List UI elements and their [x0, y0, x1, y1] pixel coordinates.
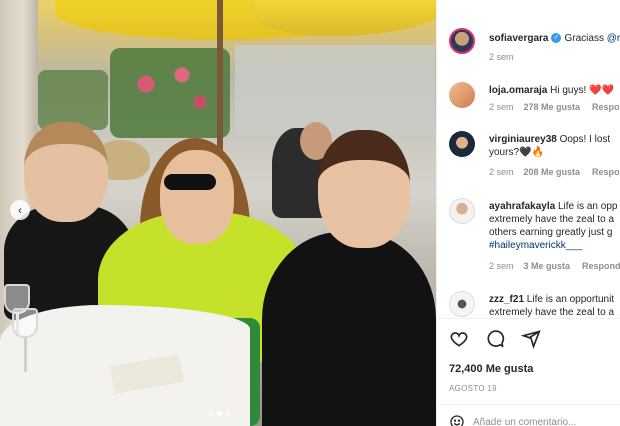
avatar[interactable]	[449, 131, 475, 157]
comment-icon[interactable]	[485, 329, 505, 349]
carousel-dot	[208, 411, 213, 416]
comment-likes[interactable]: 208 Me gusta	[524, 167, 581, 177]
avatar[interactable]	[449, 291, 475, 317]
comment-username[interactable]: virginiaurey38	[489, 134, 557, 145]
divider	[437, 318, 620, 319]
comment-text: Hi guys! ❤️❤️	[550, 85, 614, 96]
caption-username[interactable]: sofiavergara	[489, 33, 548, 44]
carousel-dot-active	[217, 411, 222, 416]
emoji-icon[interactable]	[449, 414, 465, 426]
comment-text: Life is an opportunit	[526, 294, 615, 305]
comment-time: 2 sem	[489, 102, 514, 112]
sunglasses	[164, 174, 216, 190]
like-heart-icon[interactable]	[449, 329, 469, 349]
add-comment-input[interactable]: Añade un comentario...	[473, 417, 576, 426]
likes-count[interactable]: 72,400 Me gusta	[449, 363, 533, 375]
woman-left-head	[24, 122, 108, 222]
mention-fragment[interactable]: @r	[604, 33, 620, 44]
divider	[437, 404, 620, 405]
add-comment-row[interactable]: Añade un comentario...	[449, 414, 576, 426]
background-greenery	[38, 70, 108, 130]
avatar[interactable]	[449, 28, 475, 54]
comments-panel: sofiavergara ✓ Graciass @r 2 sem loja.omar…	[436, 0, 620, 426]
comment-likes[interactable]: 278 Me gusta	[524, 102, 581, 112]
young-man-body	[262, 232, 436, 426]
comment-text-line2: yours?🖤🔥	[489, 147, 544, 158]
woman-center-head	[160, 150, 234, 244]
hashtag-link[interactable]: #haileymaverickk___	[489, 240, 582, 251]
comment-text-line2: extremely have the zeal to a	[489, 307, 615, 318]
carousel-dot	[226, 411, 231, 416]
comment-time: 2 sem	[489, 167, 514, 177]
avatar[interactable]	[449, 198, 475, 224]
post-photo[interactable]: ‹	[0, 0, 436, 426]
wine-glass	[12, 308, 38, 338]
chevron-left-icon: ‹	[18, 203, 22, 217]
background-flowers	[110, 48, 230, 138]
carousel-prev-button[interactable]: ‹	[10, 200, 30, 220]
comment-time: 2 sem	[489, 261, 514, 271]
reply-button[interactable]: Responder	[592, 167, 620, 177]
verified-icon: ✓	[551, 33, 562, 44]
background-window	[235, 45, 435, 135]
comment-username[interactable]: loja.omaraja	[489, 85, 547, 96]
reply-button[interactable]: Responder	[582, 261, 620, 271]
avatar[interactable]	[449, 82, 475, 108]
comment-likes[interactable]: 3 Me gusta	[524, 261, 571, 271]
caption-time: 2 sem	[489, 52, 514, 62]
action-bar	[449, 329, 541, 349]
comment-username[interactable]: ayahrafakayla	[489, 201, 555, 212]
reply-button[interactable]: Responder	[592, 102, 620, 112]
wine-glass-stem	[24, 338, 27, 372]
post-date: AGOSTO 19	[449, 384, 497, 393]
caption-text: Graciass	[564, 33, 604, 44]
carousel-dots	[208, 411, 231, 416]
comment-text: Life is an opp	[557, 201, 618, 212]
comment-text-line3: others earning greatly just g	[489, 227, 613, 238]
comment-text-line2: extremely have the zeal to a	[489, 214, 615, 225]
yellow-umbrella-right	[255, 0, 436, 36]
comment-text: Oops! I lost	[559, 134, 611, 145]
young-man-head	[318, 130, 410, 248]
share-icon[interactable]	[521, 329, 541, 349]
comment-username[interactable]: zzz_f21	[489, 294, 524, 305]
